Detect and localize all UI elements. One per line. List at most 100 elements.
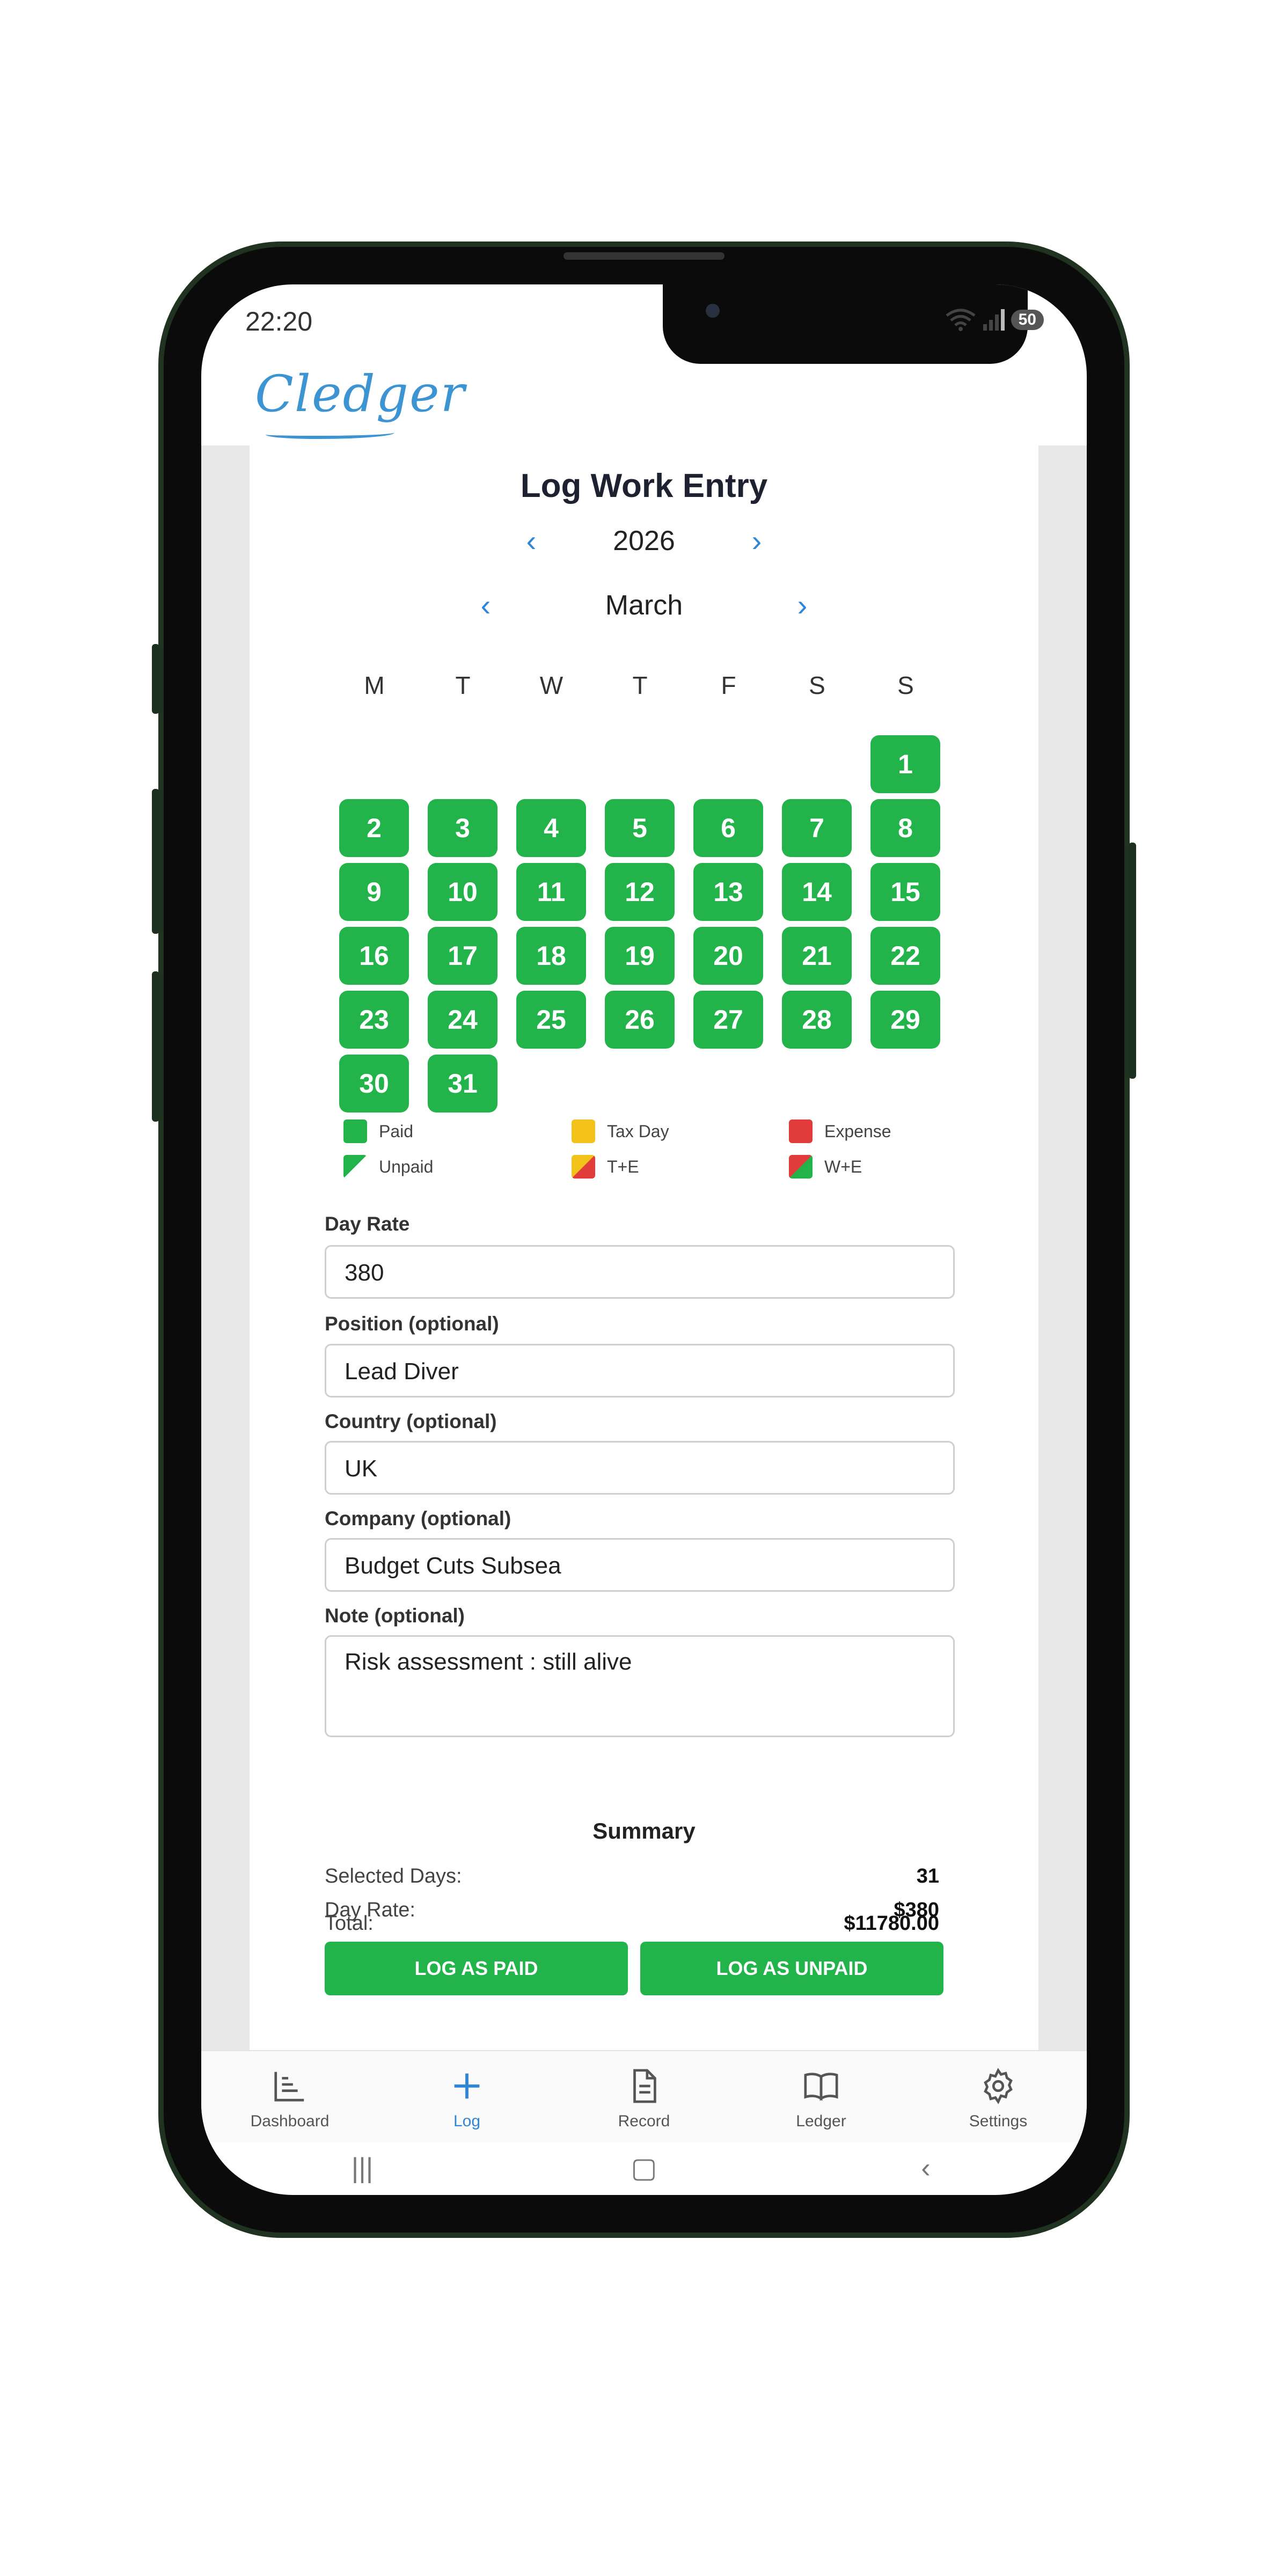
calendar-day-13[interactable]: 13: [693, 863, 763, 921]
bottom-tab-bar: Dashboard Log Record Ledger Settings: [201, 2050, 1087, 2142]
calendar-day-12[interactable]: 12: [605, 863, 675, 921]
calendar-day-15[interactable]: 15: [870, 863, 940, 921]
calendar-day-16[interactable]: 16: [339, 927, 409, 985]
weekday-label: M: [364, 671, 385, 699]
back-button[interactable]: ‹: [765, 2152, 1087, 2184]
home-button[interactable]: ▢: [523, 2152, 765, 2184]
calendar-cell: 17: [419, 927, 507, 991]
selected-days-label: Selected Days:: [325, 1865, 462, 1887]
tab-record[interactable]: Record: [555, 2051, 733, 2142]
calendar-day-28[interactable]: 28: [782, 991, 852, 1049]
calendar-day-29[interactable]: 29: [870, 991, 940, 1049]
tab-dashboard[interactable]: Dashboard: [201, 2051, 378, 2142]
legend-swatch-te: [572, 1155, 595, 1179]
tab-log[interactable]: Log: [378, 2051, 555, 2142]
weekday-label: T: [632, 671, 648, 699]
side-button-right: [1129, 843, 1136, 1079]
calendar-day-26[interactable]: 26: [605, 991, 675, 1049]
calendar-cell: 19: [596, 927, 684, 991]
calendar-day-31[interactable]: 31: [428, 1055, 497, 1113]
calendar-day-20[interactable]: 20: [693, 927, 763, 985]
calendar-cell: 8: [861, 799, 950, 863]
tab-ledger[interactable]: Ledger: [733, 2051, 910, 2142]
calendar-cell: 7: [773, 799, 861, 863]
calendar-day-17[interactable]: 17: [428, 927, 497, 985]
calendar-cell: 1: [861, 735, 950, 799]
plus-icon: [448, 2067, 486, 2112]
screen: 22:20 50 Cledger Log Work Entry ‹ 2026 ›…: [201, 284, 1087, 2195]
calendar-day-4[interactable]: 4: [516, 799, 586, 857]
calendar-day-8[interactable]: 8: [870, 799, 940, 857]
country-label: Country (optional): [325, 1410, 497, 1432]
legend-item-unpaid: Unpaid: [343, 1149, 572, 1184]
calendar-day-7[interactable]: 7: [782, 799, 852, 857]
calendar-day-24[interactable]: 24: [428, 991, 497, 1049]
calendar-day-18[interactable]: 18: [516, 927, 586, 985]
calendar-day-22[interactable]: 22: [870, 927, 940, 985]
tab-label: Dashboard: [250, 2112, 330, 2130]
calendar-day-27[interactable]: 27: [693, 991, 763, 1049]
weekday-label: S: [897, 671, 914, 699]
status-time: 22:20: [245, 306, 313, 336]
legend-label: Paid: [379, 1121, 414, 1141]
next-month-button[interactable]: ›: [786, 588, 818, 623]
position-input[interactable]: Lead Diver: [325, 1344, 955, 1397]
log-as-unpaid-button[interactable]: LOG AS UNPAID: [640, 1942, 943, 1995]
next-year-button[interactable]: ›: [741, 523, 773, 558]
legend-label: Tax Day: [607, 1121, 669, 1141]
position-label: Position (optional): [325, 1313, 499, 1335]
calendar-day-2[interactable]: 2: [339, 799, 409, 857]
calendar-day-30[interactable]: 30: [339, 1055, 409, 1113]
legend-label: T+E: [607, 1157, 639, 1176]
calendar-day-14[interactable]: 14: [782, 863, 852, 921]
calendar-day-10[interactable]: 10: [428, 863, 497, 921]
legend-swatch-paid: [343, 1119, 367, 1143]
calendar-cell: 14: [773, 863, 861, 927]
month-label: March: [605, 589, 683, 621]
calendar-cell: 28: [773, 991, 861, 1055]
legend-item-te: T+E: [572, 1149, 789, 1184]
note-textarea[interactable]: Risk assessment : still alive: [325, 1635, 955, 1737]
calendar-cell: 13: [684, 863, 773, 927]
legend-item-expense: Expense: [789, 1114, 950, 1149]
calendar-day-11[interactable]: 11: [516, 863, 586, 921]
calendar-day-1[interactable]: 1: [870, 735, 940, 793]
calendar-day-19[interactable]: 19: [605, 927, 675, 985]
calendar-cell: 30: [330, 1055, 419, 1118]
calendar-day-21[interactable]: 21: [782, 927, 852, 985]
weekday-label: W: [539, 671, 564, 699]
tab-settings[interactable]: Settings: [910, 2051, 1087, 2142]
calendar-cell: 27: [684, 991, 773, 1055]
calendar-cell: 16: [330, 927, 419, 991]
status-icons: 50: [945, 308, 1044, 332]
calendar-day-9[interactable]: 9: [339, 863, 409, 921]
gear-icon: [979, 2067, 1017, 2112]
log-work-entry-panel: Log Work Entry ‹ 2026 › ‹ March › MTWTFS…: [250, 445, 1038, 2050]
legend-item-we: W+E: [789, 1149, 950, 1184]
calendar-grid: 1 2 3 4 5 6 7 8 9 10 11 12 13 14 15 16 17 18 19 20 21 22 23 24 2…: [330, 735, 950, 1118]
summary-selected-days: Selected Days: 31: [325, 1865, 939, 1888]
company-input[interactable]: Budget Cuts Subsea: [325, 1538, 955, 1592]
calendar-cell: 18: [507, 927, 596, 991]
calendar-day-25[interactable]: 25: [516, 991, 586, 1049]
calendar-day-3[interactable]: 3: [428, 799, 497, 857]
total-label: Total:: [325, 1912, 374, 1935]
company-label: Company (optional): [325, 1507, 511, 1529]
total-value: $11780.00: [844, 1912, 939, 1935]
legend-swatch-tax: [572, 1119, 595, 1143]
side-button-left-2: [152, 789, 159, 934]
calendar-empty-cell: [684, 735, 773, 799]
prev-year-button[interactable]: ‹: [515, 523, 547, 558]
calendar-day-6[interactable]: 6: [693, 799, 763, 857]
recent-apps-button[interactable]: |||: [201, 2152, 523, 2184]
summary-title: Summary: [592, 1818, 696, 1843]
country-input[interactable]: UK: [325, 1441, 955, 1495]
calendar-day-5[interactable]: 5: [605, 799, 675, 857]
year-selector: ‹ 2026 ›: [250, 523, 1038, 558]
log-as-paid-button[interactable]: LOG AS PAID: [325, 1942, 628, 1995]
prev-month-button[interactable]: ‹: [470, 588, 502, 623]
calendar-day-23[interactable]: 23: [339, 991, 409, 1049]
legend-item-tax: Tax Day: [572, 1114, 789, 1149]
day-rate-input[interactable]: 380: [325, 1245, 955, 1299]
weekday-header: MTWTFSS: [330, 671, 950, 700]
